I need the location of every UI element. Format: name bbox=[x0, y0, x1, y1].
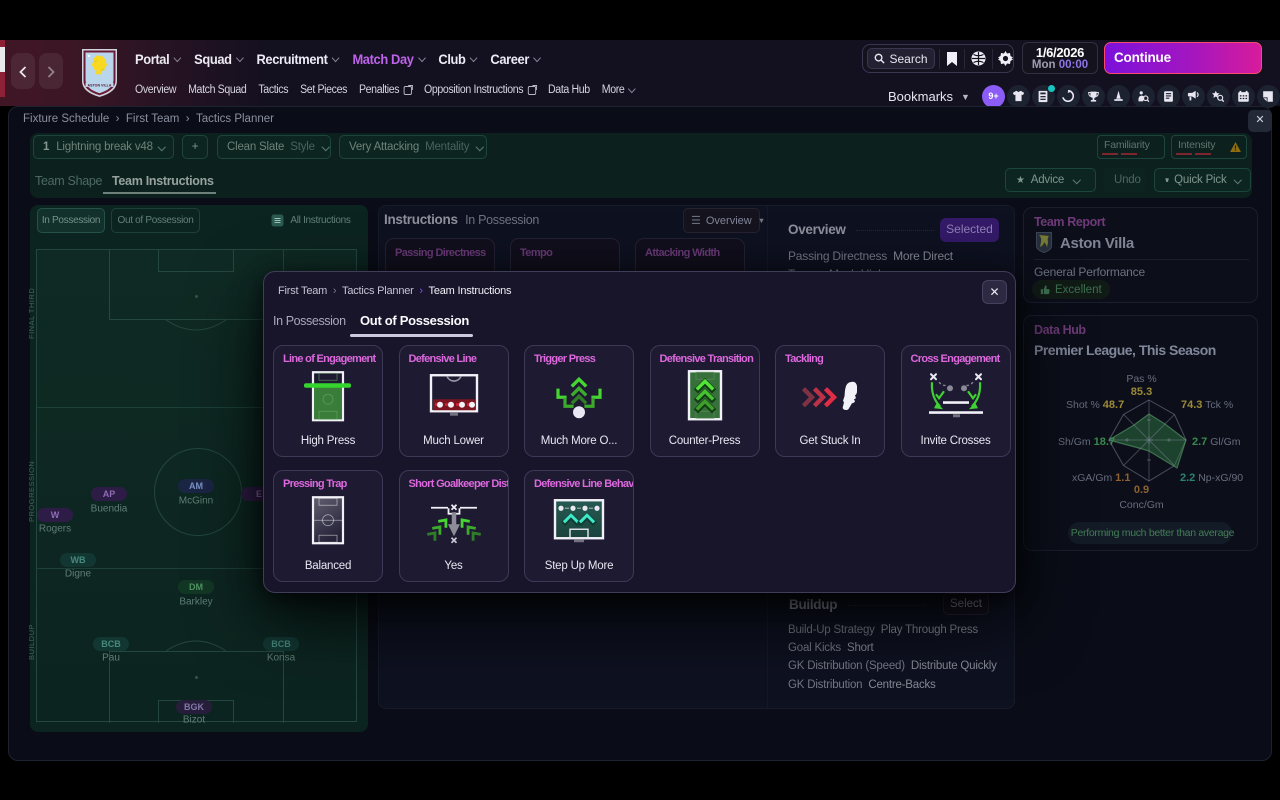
svg-text:ASTON VILLA: ASTON VILLA bbox=[88, 84, 112, 88]
